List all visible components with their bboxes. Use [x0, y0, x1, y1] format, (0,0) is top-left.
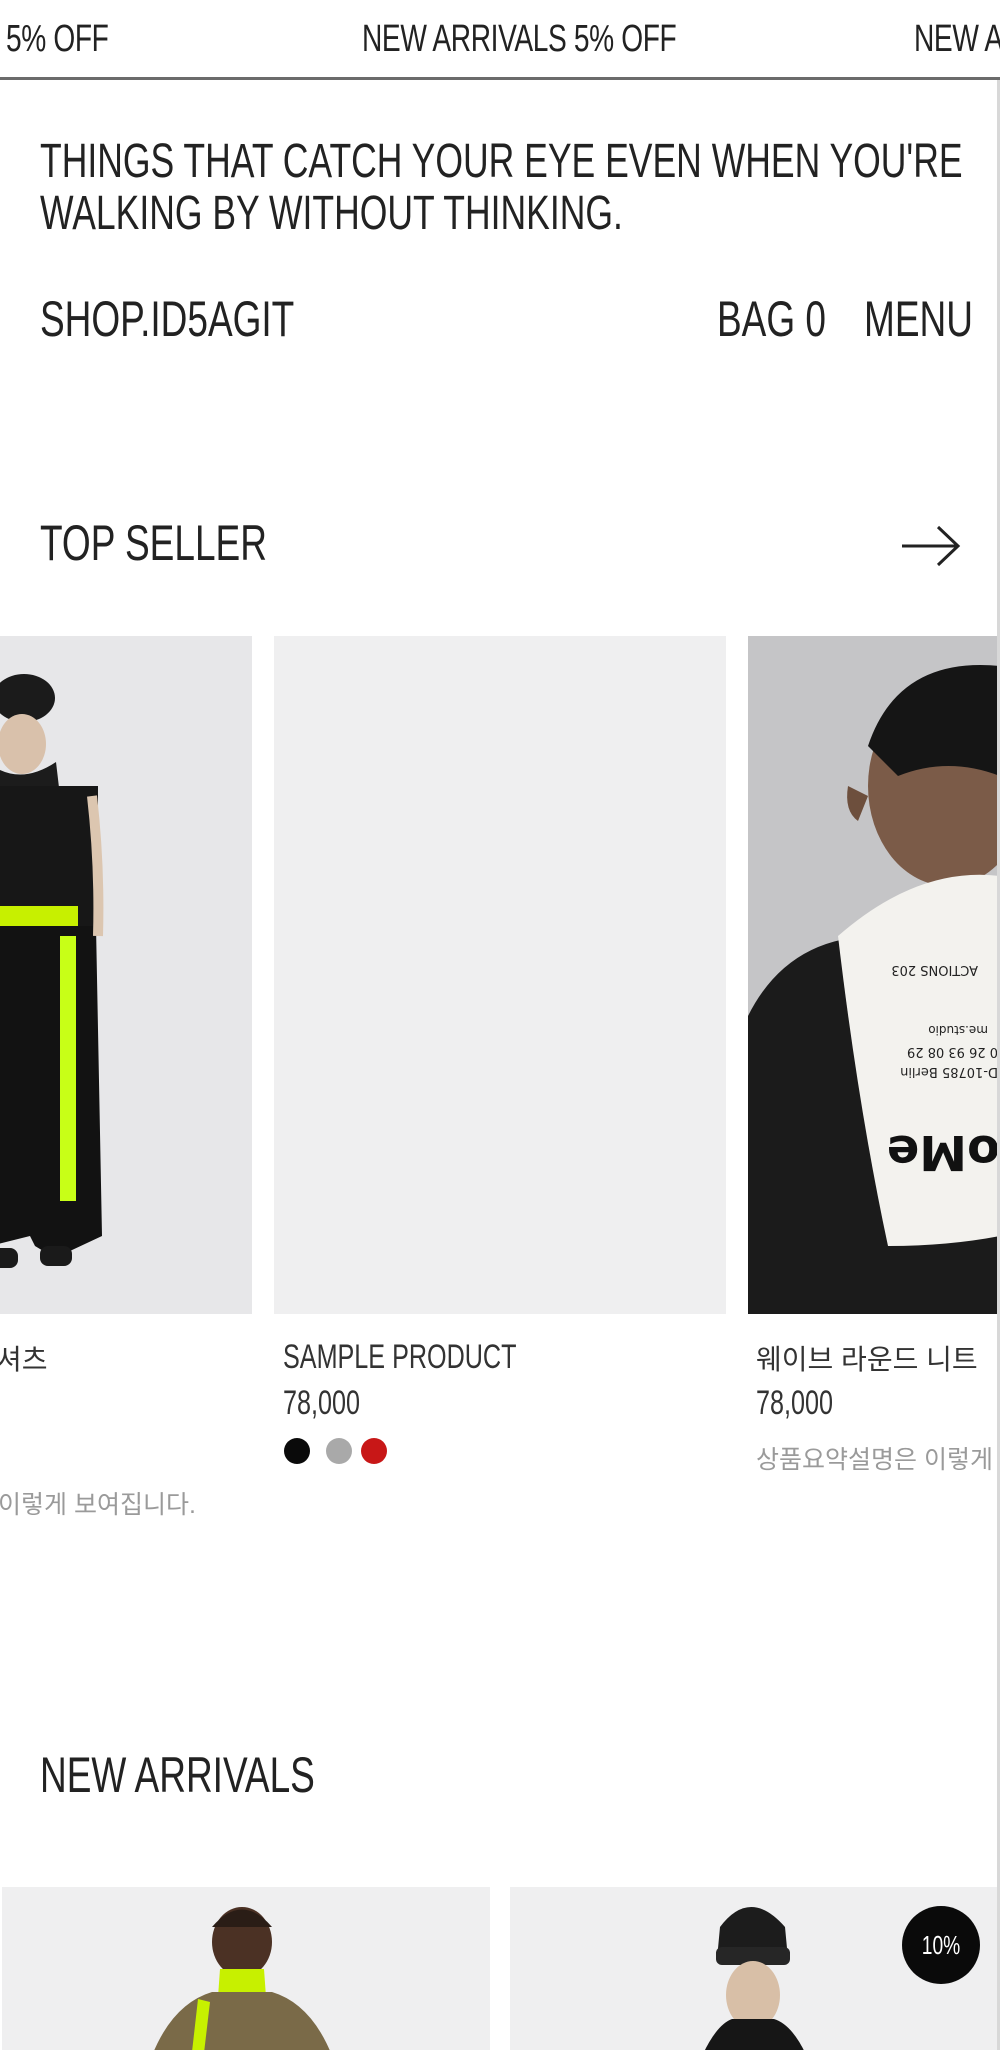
- arrow-right-icon[interactable]: [900, 523, 962, 569]
- product-image[interactable]: [0, 636, 252, 1314]
- discount-badge: 10%: [902, 1906, 980, 1984]
- product-price: 78,000: [283, 1384, 360, 1422]
- product-image[interactable]: ACTIONS 203 me.studio 0 26 93 08 29 D-10…: [748, 636, 1000, 1314]
- svg-text:ACTIONS 203: ACTIONS 203: [891, 962, 978, 977]
- color-swatch-red[interactable]: [361, 1438, 387, 1464]
- menu-button[interactable]: MENU: [864, 290, 1000, 348]
- product-image[interactable]: [2, 1887, 490, 2050]
- bag-button[interactable]: BAG 0: [717, 290, 864, 348]
- product-name[interactable]: 셔츠: [0, 1338, 48, 1378]
- model-photo-jacket: [154, 1907, 330, 2050]
- marquee-item: 5% OFF: [6, 18, 109, 60]
- svg-text:0 26 93 08 29: 0 26 93 08 29: [907, 1044, 998, 1059]
- color-swatch-black[interactable]: [284, 1438, 310, 1464]
- section-title-top-seller[interactable]: TOP SELLER: [40, 514, 347, 572]
- product-name[interactable]: 웨이브 라운드 니트: [756, 1338, 978, 1378]
- product-summary: 상품요약설명은 이렇게: [756, 1446, 993, 1474]
- svg-text:D-10785 Berlin: D-10785 Berlin: [900, 1064, 998, 1079]
- marquee-item: NEW AR: [914, 18, 1000, 60]
- product-price: 78,000: [756, 1384, 833, 1422]
- announcement-marquee: 5% OFF NEW ARRIVALS 5% OFF NEW AR: [0, 0, 1000, 80]
- color-swatch-gray[interactable]: [326, 1438, 352, 1464]
- product-image[interactable]: [274, 636, 726, 1314]
- section-title-new-arrivals[interactable]: NEW ARRIVALS: [40, 1746, 411, 1804]
- svg-text:oMe: oMe: [887, 1124, 1000, 1180]
- svg-text:me.studio: me.studio: [928, 1023, 988, 1037]
- product-summary: 이렇게 보여집니다.: [0, 1491, 196, 1519]
- product-name[interactable]: SAMPLE PRODUCT: [283, 1338, 599, 1377]
- model-photo-puffer-vest: [0, 674, 104, 1268]
- model-photo-scarf: ACTIONS 203 me.studio 0 26 93 08 29 D-10…: [748, 665, 1000, 1314]
- marquee-item: NEW ARRIVALS 5% OFF: [362, 18, 677, 60]
- site-tagline: THINGS THAT CATCH YOUR EYE EVEN WHEN YOU…: [40, 135, 963, 240]
- logo-link[interactable]: SHOP.ID5AGIT: [40, 290, 384, 348]
